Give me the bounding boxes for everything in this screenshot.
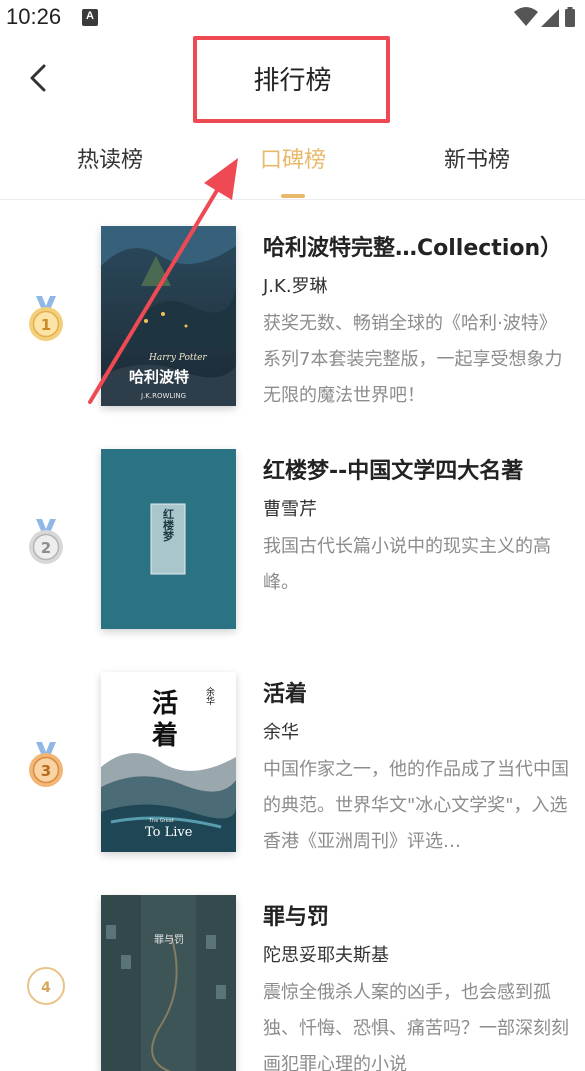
book-title: 罪与罚: [263, 905, 330, 930]
book-title: 哈利波特完整…Collection）: [263, 236, 563, 261]
notification-a-icon: A: [82, 9, 98, 26]
svg-text:To Live: To Live: [145, 825, 193, 840]
svg-text:活: 活: [152, 689, 178, 719]
status-bar: 10:26 A: [0, 0, 585, 34]
book-list-item[interactable]: 1 Harry Potter 哈利波特 J.K.ROWLING 哈利波特完整…C…: [0, 226, 585, 448]
rank-badge-silver-icon: 2: [25, 517, 67, 567]
rank-badge-outline: 4: [25, 963, 67, 1013]
book-description: 中国作家之一，他的作品成了当代中国的典范。世界华文"冰心文学奖"，入选香港《亚洲…: [263, 759, 569, 852]
svg-text:The Great: The Great: [148, 818, 174, 824]
tab-new-books[interactable]: 新书榜: [407, 142, 547, 174]
svg-text:余华: 余华: [204, 686, 215, 706]
book-cover[interactable]: 罪与罚: [101, 895, 236, 1071]
book-author: 余华: [263, 722, 299, 743]
cover-label: 红楼梦: [162, 507, 175, 542]
svg-text:4: 4: [41, 980, 51, 996]
book-cover[interactable]: 活 着 余华 The Great To Live: [101, 672, 236, 852]
signal-icon: [541, 9, 559, 27]
book-list-item[interactable]: 3 活 着 余华 The Great To Live 活着 余华 中国作家之一，…: [0, 672, 585, 894]
book-description: 获奖无数、畅销全球的《哈利·波特》系列7本套装完整版，一起享受想象力无限的魔法世…: [263, 313, 563, 406]
book-author: J.K.罗琳: [263, 276, 328, 297]
book-cover[interactable]: 红楼梦: [101, 449, 236, 629]
book-author: 曹雪芹: [263, 499, 317, 520]
book-author: 陀思妥耶夫斯基: [263, 945, 389, 966]
svg-text:J.K.ROWLING: J.K.ROWLING: [140, 392, 186, 400]
book-list-item[interactable]: 4 罪与罚 罪与罚 陀思妥耶夫斯基 震惊全俄杀人案的凶手，也会感到孤独、忏悔、恐…: [0, 895, 585, 1071]
book-list-item[interactable]: 2 红楼梦 红楼梦--中国文学四大名著 曹雪芹 我国古代长篇小说中的现实主义的高…: [0, 449, 585, 671]
battery-icon: [565, 9, 575, 27]
book-description: 震惊全俄杀人案的凶手，也会感到孤独、忏悔、恐惧、痛苦吗？一部深刻刻画犯罪心理的小…: [263, 982, 569, 1071]
book-title: 活着: [263, 682, 308, 707]
book-description: 我国古代长篇小说中的现实主义的高峰。: [263, 536, 551, 593]
header: 排行榜: [0, 34, 585, 124]
tab-bar: 热读榜 口碑榜 新书榜: [0, 124, 585, 200]
status-icons: [514, 7, 575, 27]
svg-text:3: 3: [41, 762, 51, 780]
tab-word-of-mouth[interactable]: 口碑榜: [223, 142, 363, 174]
book-title: 红楼梦--中国文学四大名著: [263, 459, 524, 484]
wifi-icon: [514, 7, 538, 26]
rank-badge-bronze-icon: 3: [25, 740, 67, 790]
svg-text:2: 2: [41, 539, 51, 557]
svg-text:Harry Potter: Harry Potter: [148, 353, 207, 363]
active-tab-indicator: [281, 194, 305, 198]
rank-badge-gold-icon: 1: [25, 294, 67, 344]
cover-label: 罪与罚: [154, 934, 184, 946]
svg-text:1: 1: [41, 316, 51, 334]
tab-hot-reading[interactable]: 热读榜: [40, 142, 180, 174]
status-time: 10:26: [6, 4, 62, 29]
svg-text:着: 着: [151, 720, 178, 751]
annotation-highlight-box: [193, 36, 390, 123]
book-cover[interactable]: Harry Potter 哈利波特 J.K.ROWLING: [101, 226, 236, 406]
svg-text:哈利波特: 哈利波特: [129, 368, 189, 386]
